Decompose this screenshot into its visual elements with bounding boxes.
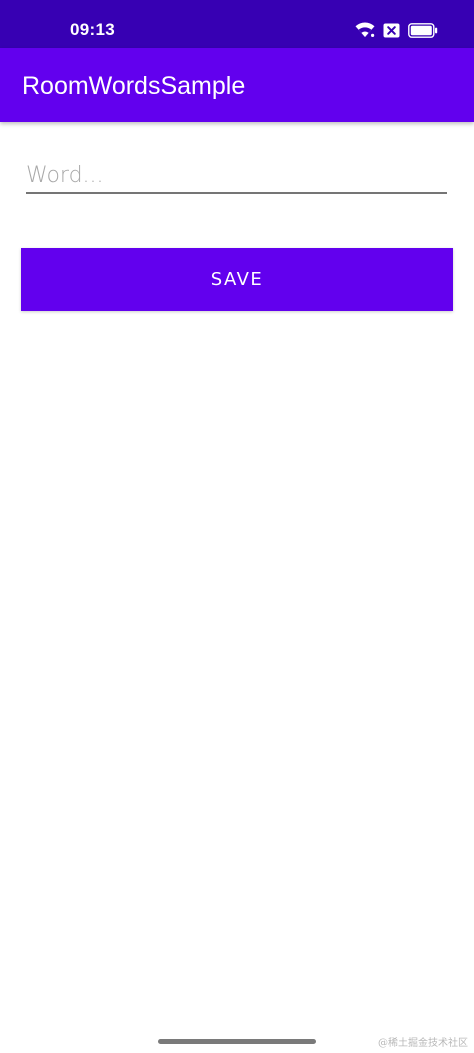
status-bar: 09:13 [0, 0, 474, 48]
word-input[interactable] [26, 158, 447, 194]
battery-icon [408, 22, 438, 38]
status-icons [355, 20, 438, 40]
notification-x-icon [383, 23, 400, 38]
wifi-icon [355, 22, 375, 38]
watermark: @稀土掘金技术社区 [378, 1038, 468, 1049]
save-button[interactable]: SAVE [21, 248, 453, 311]
app-bar: RoomWordsSample [0, 48, 474, 122]
app-title: RoomWordsSample [22, 72, 246, 100]
status-time: 09:13 [70, 20, 115, 39]
navigation-gesture-handle[interactable] [158, 1039, 316, 1044]
